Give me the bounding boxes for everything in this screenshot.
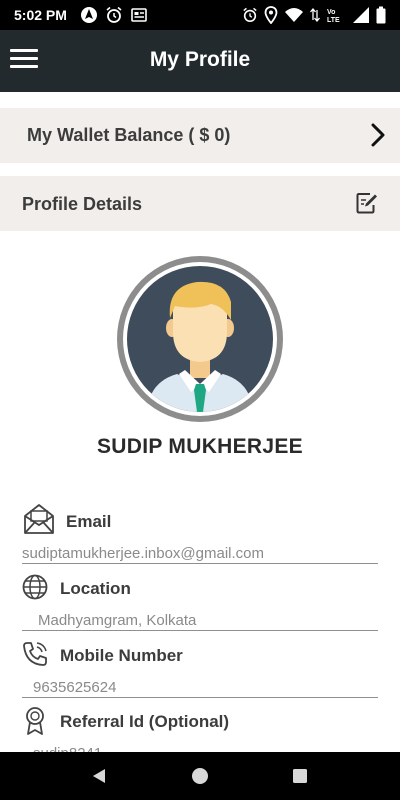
battery-icon [376,6,386,24]
status-time: 5:02 PM [14,7,67,23]
mobile-number-underline [22,697,378,698]
status-left-icons [80,6,148,24]
email-label: Email [66,512,112,531]
avatar [117,256,283,422]
signal-icon [353,7,369,23]
svg-text:Vo: Vo [327,9,335,16]
status-bar: 5:02 PM Vo LTE [0,0,400,30]
email-underline [22,563,378,564]
data-transfer-icon [310,7,320,23]
avatar-illustration [127,266,273,412]
svg-text:LTE: LTE [327,17,340,24]
mobile-number-field[interactable]: 9635625624 [33,679,116,696]
home-icon [192,768,208,784]
recents-button[interactable] [270,752,330,800]
profile-details-title: Profile Details [22,194,143,214]
user-name: SUDIP MUKHERJEE [97,435,303,458]
referral-id-label: Referral Id (Optional) [60,712,230,731]
globe-icon [22,574,48,600]
page-title: My Profile [149,48,251,71]
edit-icon[interactable] [355,191,379,215]
navigation-icon [81,7,97,23]
news-icon [131,8,147,22]
alarm-icon [106,6,122,23]
chevron-right-icon [371,123,385,147]
status-right-icons: Vo LTE [242,6,386,24]
volte-icon: Vo LTE [327,9,340,24]
profile-details-header: Profile Details [0,176,400,231]
phone-icon [23,642,47,666]
recents-icon [293,769,307,783]
location-underline [22,630,378,631]
alarm-icon [243,7,257,23]
wifi-icon [285,8,303,22]
wallet-balance-label: My Wallet Balance ( $ 0) [27,125,231,145]
mobile-number-label: Mobile Number [60,646,183,665]
wallet-balance-row[interactable]: My Wallet Balance ( $ 0) [0,108,400,163]
email-icon [24,504,54,534]
email-field[interactable]: sudiptamukherjee.inbox@gmail.com [22,545,264,562]
home-button[interactable] [170,752,230,800]
location-label: Location [60,579,131,598]
location-field[interactable]: Madhyamgram, Kolkata [38,612,196,629]
badge-icon [26,707,44,735]
app-bar: My Profile [0,30,400,92]
system-nav-bar [0,752,400,800]
location-icon [264,6,278,24]
back-button[interactable] [69,752,129,800]
back-icon [93,769,105,783]
